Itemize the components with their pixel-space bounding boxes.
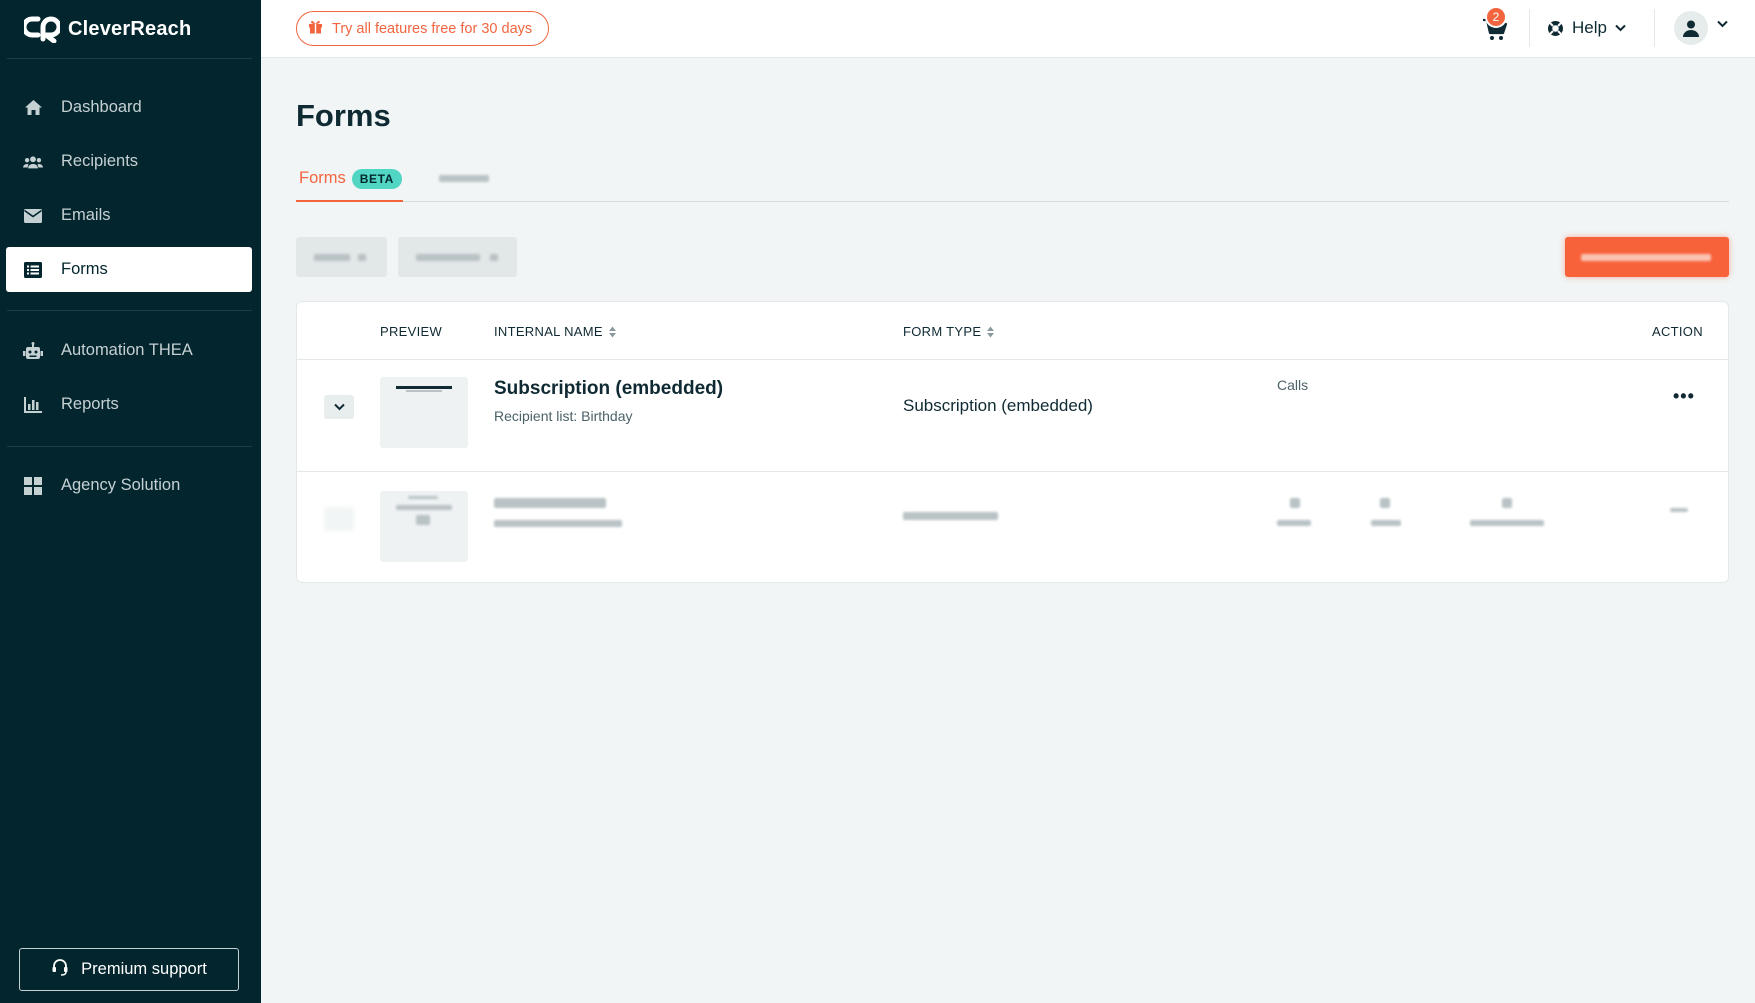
chevron-down-icon[interactable]	[1717, 20, 1728, 28]
user-avatar[interactable]	[1674, 11, 1708, 45]
logo[interactable]: CleverReach	[24, 14, 191, 44]
sidebar-item-automation-thea[interactable]: Automation THEA	[6, 328, 252, 373]
filter-button-redacted[interactable]	[296, 237, 387, 277]
users-icon	[23, 152, 43, 172]
sidebar-item-emails[interactable]: Emails	[6, 193, 252, 238]
sidebar-item-label: Emails	[61, 206, 111, 224]
form-list-icon	[23, 260, 43, 280]
column-header-label: ACTION	[1652, 324, 1703, 339]
cart-count-badge: 2	[1485, 6, 1507, 28]
sidebar-item-reports[interactable]: Reports	[6, 382, 252, 427]
bar-chart-icon	[23, 395, 43, 415]
tab-redacted[interactable]	[439, 169, 509, 189]
sidebar-item-label: Dashboard	[61, 98, 142, 116]
premium-support-button[interactable]: Premium support	[19, 948, 239, 991]
form-name[interactable]: Subscription (embedded)	[494, 378, 723, 400]
expand-row-button[interactable]	[324, 395, 354, 419]
tab-bar: Forms BETA	[296, 165, 1729, 202]
form-recipient-list: Recipient list: Birthday	[494, 408, 633, 424]
column-header-action: ACTION	[1652, 324, 1703, 339]
sidebar-item-dashboard[interactable]: Dashboard	[6, 85, 252, 130]
create-form-button-redacted[interactable]	[1565, 237, 1729, 277]
column-header-form-type[interactable]: FORM TYPE	[903, 324, 995, 339]
beta-badge: BETA	[351, 169, 402, 189]
sidebar-item-agency-solution[interactable]: Agency Solution	[6, 463, 252, 508]
sort-icon[interactable]	[608, 325, 617, 339]
more-actions-button[interactable]: •••	[1673, 386, 1695, 407]
gift-icon	[308, 19, 323, 38]
tab-label: Forms	[299, 169, 346, 187]
column-header-label: PREVIEW	[380, 324, 443, 339]
sidebar-item-label: Automation THEA	[61, 341, 193, 359]
headset-icon	[51, 958, 69, 981]
table-divider	[297, 359, 1728, 360]
sidebar-item-label: Recipients	[61, 152, 139, 170]
envelope-icon	[23, 206, 43, 226]
tab-forms[interactable]: Forms BETA	[296, 165, 403, 202]
topbar-divider	[1529, 9, 1530, 47]
user-icon	[1683, 20, 1699, 37]
form-preview-thumbnail[interactable]	[380, 491, 468, 562]
column-header-internal-name[interactable]: INTERNAL NAME	[494, 324, 617, 339]
help-label: Help	[1572, 18, 1607, 37]
chevron-down-icon	[333, 403, 345, 411]
forms-table: PREVIEW INTERNAL NAME FORM TYPE ACTION S…	[296, 301, 1729, 583]
sidebar-divider	[7, 58, 252, 59]
sidebar-item-label: Reports	[61, 395, 119, 413]
premium-support-label: Premium support	[81, 960, 207, 978]
sort-icon[interactable]	[986, 325, 995, 339]
form-type: Subscription (embedded)	[903, 396, 1093, 415]
robot-icon	[23, 341, 43, 361]
lifebuoy-icon	[1548, 20, 1563, 36]
calls-label: Calls	[1277, 377, 1309, 393]
sidebar-divider	[7, 446, 252, 447]
sidebar-divider	[7, 310, 252, 311]
sort-button-redacted[interactable]	[398, 237, 517, 277]
help-menu[interactable]: Help	[1547, 14, 1626, 42]
logo-text: CleverReach	[68, 17, 192, 40]
cleverreach-logo-icon	[24, 16, 60, 43]
sidebar-item-label: Forms	[61, 260, 108, 278]
sidebar-item-recipients[interactable]: Recipients	[6, 139, 252, 184]
home-icon	[23, 98, 43, 118]
sidebar-item-label: Agency Solution	[61, 476, 181, 494]
expand-row-button[interactable]	[324, 507, 354, 531]
sidebar: CleverReach Dashboard Recipients Emails …	[0, 0, 261, 1003]
form-preview-thumbnail[interactable]	[380, 377, 468, 448]
free-trial-label: Try all features free for 30 days	[332, 20, 533, 37]
top-bar: Try all features free for 30 days 2 Help	[261, 0, 1755, 58]
topbar-divider	[1654, 9, 1655, 47]
column-header-label: INTERNAL NAME	[494, 324, 603, 339]
grid-icon	[23, 476, 43, 496]
free-trial-button[interactable]: Try all features free for 30 days	[296, 11, 549, 46]
sidebar-item-forms[interactable]: Forms	[6, 247, 252, 292]
table-divider	[297, 471, 1728, 472]
chevron-down-icon	[1615, 24, 1626, 32]
page-title: Forms	[296, 98, 391, 133]
column-header-preview: PREVIEW	[380, 324, 442, 339]
column-header-label: FORM TYPE	[903, 324, 982, 339]
